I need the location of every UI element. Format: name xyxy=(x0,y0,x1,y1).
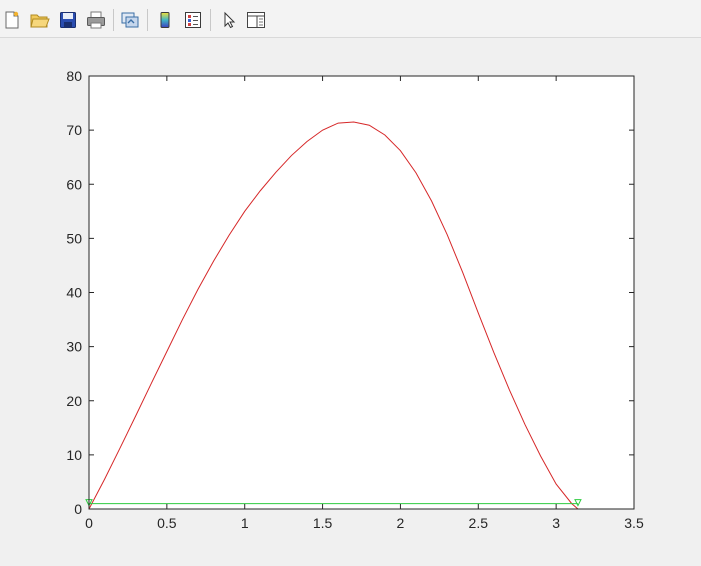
save-button[interactable] xyxy=(57,9,79,31)
y-tick-label: 40 xyxy=(66,285,82,301)
figure-canvas: 0 0.5 1 1.5 2 2.5 3 3.5 0 10 20 30 40 50 60 70 80 xyxy=(0,38,701,566)
edit-plot-button[interactable] xyxy=(218,9,240,31)
legend-icon xyxy=(185,12,201,28)
y-tick-label: 10 xyxy=(66,447,82,463)
x-tick-label: 0 xyxy=(85,515,93,531)
x-tick-label: 3.5 xyxy=(624,515,644,531)
x-tick-label: 2.5 xyxy=(469,515,489,531)
y-tick-label: 60 xyxy=(66,176,82,192)
new-figure-icon xyxy=(5,11,19,29)
open-file-button[interactable] xyxy=(29,9,51,31)
x-tick-label: 0.5 xyxy=(157,515,177,531)
y-tick-label: 70 xyxy=(66,122,82,138)
property-inspector-icon xyxy=(247,12,265,28)
plot-background xyxy=(89,76,634,509)
line-chart[interactable]: 0 0.5 1 1.5 2 2.5 3 3.5 0 10 20 30 40 50 60 70 80 xyxy=(0,38,701,566)
figure-window: 0 0.5 1 1.5 2 2.5 3 3.5 0 10 20 30 40 50 60 70 80 xyxy=(0,0,701,566)
link-plot-icon xyxy=(121,12,139,28)
y-tick-label: 30 xyxy=(66,339,82,355)
insert-colorbar-button[interactable] xyxy=(154,9,176,31)
y-tick-label: 80 xyxy=(66,68,82,84)
x-tick-label: 1 xyxy=(241,515,249,531)
y-tick-label: 20 xyxy=(66,393,82,409)
colorbar-icon xyxy=(160,12,170,28)
new-figure-button[interactable] xyxy=(1,9,23,31)
save-icon xyxy=(60,12,76,28)
x-tick-label: 1.5 xyxy=(313,515,333,531)
y-tick-label: 50 xyxy=(66,230,82,246)
x-tick-label: 3 xyxy=(552,515,560,531)
toolbar-separator xyxy=(147,9,148,31)
print-icon xyxy=(87,11,105,29)
toolbar-separator xyxy=(113,9,114,31)
x-tick-label: 2 xyxy=(397,515,405,531)
figure-toolbar xyxy=(0,0,701,38)
open-file-icon xyxy=(30,14,50,28)
link-plot-button[interactable] xyxy=(119,9,141,31)
insert-legend-button[interactable] xyxy=(182,9,204,31)
y-tick-label: 0 xyxy=(74,501,82,517)
edit-plot-arrow-icon xyxy=(224,11,236,29)
toolbar-separator xyxy=(210,9,211,31)
print-button[interactable] xyxy=(85,9,107,31)
property-inspector-button[interactable] xyxy=(245,9,267,31)
